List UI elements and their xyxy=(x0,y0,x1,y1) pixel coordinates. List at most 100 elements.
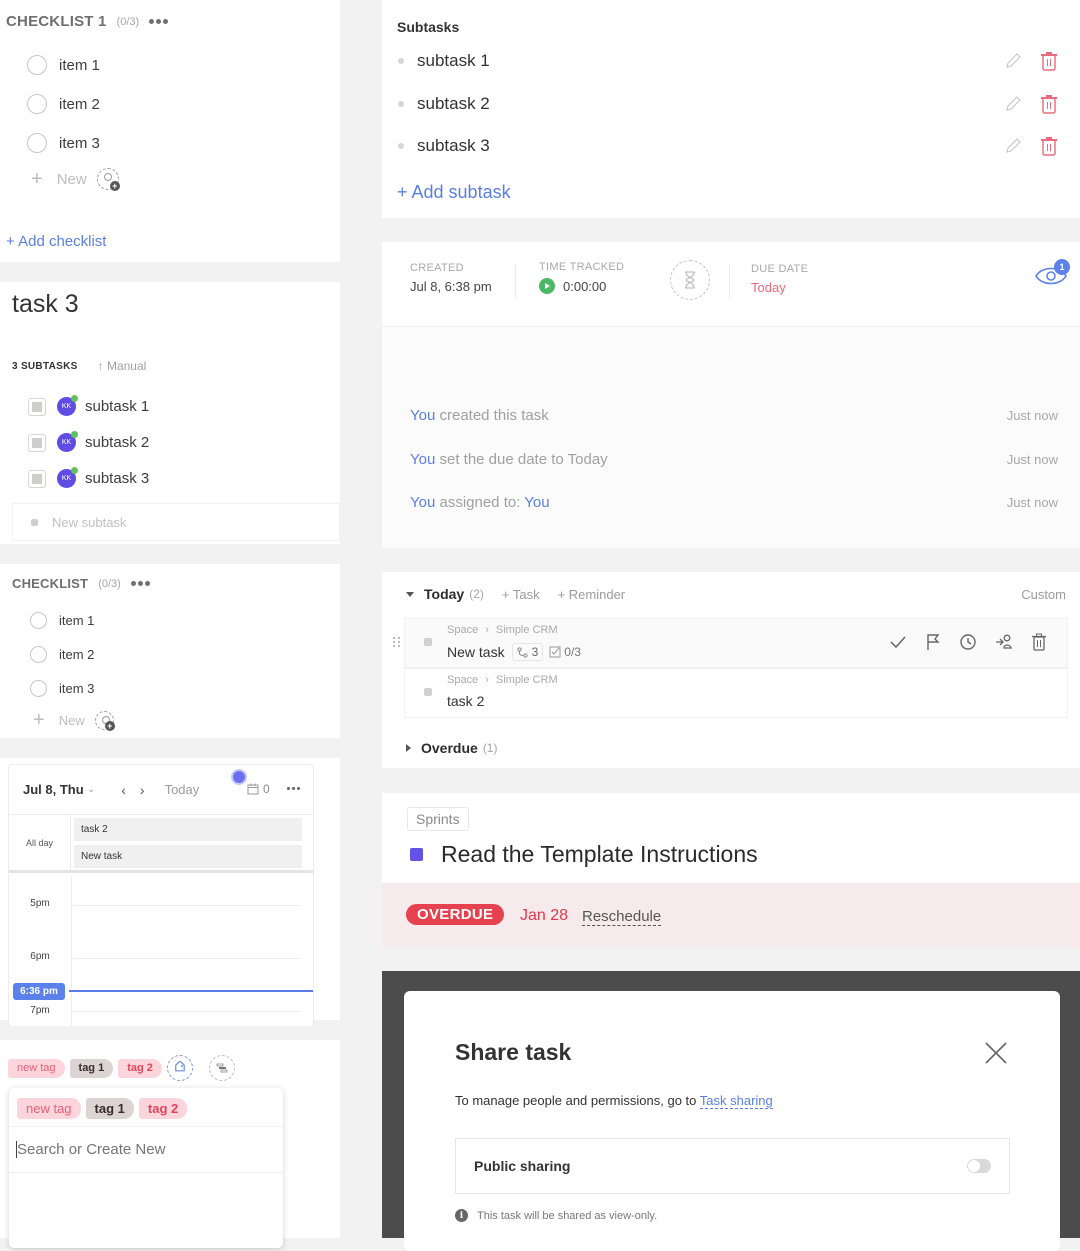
checklist-item[interactable]: item 3 xyxy=(30,680,94,697)
subtask-checkbox[interactable] xyxy=(28,433,46,452)
checklist-progress[interactable]: 0/3 xyxy=(549,645,581,659)
task-row[interactable]: Space › Simple CRM New task 3 0/3 xyxy=(393,618,1068,668)
trash-icon[interactable] xyxy=(1040,51,1058,71)
pencil-icon[interactable] xyxy=(1004,137,1022,155)
flag-icon[interactable] xyxy=(925,633,941,651)
trash-icon[interactable] xyxy=(1040,136,1058,156)
subtask-row[interactable]: KK subtask 1 xyxy=(28,395,149,416)
play-timer-icon[interactable] xyxy=(539,278,555,294)
checklist-item[interactable]: item 2 xyxy=(30,646,94,663)
subtask-row[interactable]: subtask 1 xyxy=(398,51,1058,71)
more-options-icon[interactable] xyxy=(130,581,150,586)
next-day-icon[interactable]: › xyxy=(140,782,145,798)
subtask-row[interactable]: subtask 2 xyxy=(398,94,1058,114)
breadcrumb-item[interactable]: Simple CRM xyxy=(496,624,558,636)
new-checklist-item[interactable]: + New xyxy=(31,168,120,191)
add-task-button[interactable]: + Task xyxy=(502,587,540,602)
breadcrumb-item[interactable]: Space xyxy=(447,624,478,636)
assign-user-icon[interactable] xyxy=(995,633,1013,651)
task-name[interactable]: task 2 xyxy=(447,693,484,709)
new-subtask-input[interactable]: New subtask xyxy=(12,503,340,541)
subtask-row[interactable]: KK subtask 2 xyxy=(28,431,149,452)
tag-chip[interactable]: new tag xyxy=(8,1058,65,1078)
due-date-value[interactable]: Today xyxy=(751,280,808,295)
task-row[interactable]: Space › Simple CRM task 2 xyxy=(404,668,1068,718)
tag-chip[interactable]: new tag xyxy=(17,1098,81,1119)
actor-link[interactable]: You xyxy=(410,494,435,511)
today-button[interactable]: Today xyxy=(165,782,200,797)
assign-user-icon[interactable] xyxy=(96,168,120,191)
actor-link[interactable]: You xyxy=(410,451,435,468)
group-title[interactable]: Overdue xyxy=(421,740,478,756)
task-sharing-link[interactable]: Task sharing xyxy=(699,1093,773,1109)
add-checklist-button[interactable]: + Add checklist xyxy=(6,233,106,250)
list-chip[interactable]: Sprints xyxy=(407,807,469,831)
tag-chip[interactable]: tag 2 xyxy=(118,1058,162,1078)
clock-icon[interactable] xyxy=(959,633,977,651)
trash-icon[interactable] xyxy=(1031,633,1047,651)
tag-chip[interactable]: tag 2 xyxy=(138,1098,188,1119)
tag-chip[interactable]: tag 1 xyxy=(85,1098,134,1119)
overdue-group-header[interactable]: Overdue (1) xyxy=(406,740,497,756)
subtask-row[interactable]: subtask 3 xyxy=(398,136,1058,156)
checkbox-circle[interactable] xyxy=(30,612,47,629)
checkbox-circle[interactable] xyxy=(30,646,47,663)
status-square-icon[interactable] xyxy=(410,848,423,861)
checkbox-circle[interactable] xyxy=(27,133,47,153)
avatar[interactable]: KK xyxy=(57,467,78,488)
hourglass-icon[interactable] xyxy=(670,260,710,300)
avatar[interactable]: KK xyxy=(57,395,78,416)
task-title[interactable]: task 3 xyxy=(12,290,79,319)
close-icon[interactable] xyxy=(984,1041,1008,1065)
subtask-checkbox[interactable] xyxy=(28,469,46,488)
checklist-item[interactable]: item 1 xyxy=(27,55,100,75)
pencil-icon[interactable] xyxy=(1004,52,1022,70)
task-name[interactable]: New task xyxy=(447,644,505,660)
watchers-button[interactable]: 1 xyxy=(1034,259,1070,286)
subtask-count-chip[interactable]: 3 xyxy=(511,643,544,661)
task-status-checkbox[interactable] xyxy=(424,638,432,646)
more-options-icon[interactable] xyxy=(149,19,169,24)
custom-button[interactable]: Custom xyxy=(1021,587,1066,602)
tag-search-input[interactable] xyxy=(17,1141,272,1158)
avatar[interactable]: KK xyxy=(57,431,78,452)
group-title[interactable]: Today xyxy=(424,586,464,602)
more-options-icon[interactable] xyxy=(287,787,300,790)
checkbox-circle[interactable] xyxy=(27,55,47,75)
checklist-item[interactable]: item 3 xyxy=(27,133,100,153)
task-title[interactable]: Read the Template Instructions xyxy=(441,841,758,868)
add-subtask-button[interactable]: + Add subtask xyxy=(397,182,511,203)
chevron-down-icon[interactable]: ⌄ xyxy=(88,784,96,795)
assign-user-icon[interactable] xyxy=(94,710,115,731)
pencil-icon[interactable] xyxy=(1004,95,1022,113)
add-reminder-button[interactable]: + Reminder xyxy=(558,587,626,602)
prev-day-icon[interactable]: ‹ xyxy=(121,782,126,798)
subtask-checkbox[interactable] xyxy=(28,397,46,416)
task-status-checkbox[interactable] xyxy=(424,688,432,696)
check-icon[interactable] xyxy=(889,633,907,651)
group-icon[interactable] xyxy=(208,1055,235,1081)
reschedule-link[interactable]: Reschedule xyxy=(582,908,662,926)
checkbox-circle[interactable] xyxy=(30,680,47,697)
actor-link[interactable]: You xyxy=(410,407,435,424)
public-sharing-toggle[interactable] xyxy=(967,1159,991,1173)
due-date-field[interactable]: DUE DATE Today xyxy=(751,263,808,295)
calendar-event[interactable]: New task xyxy=(74,845,302,868)
checklist-item[interactable]: item 1 xyxy=(30,612,94,629)
sort-button[interactable]: ↑ Manual xyxy=(98,359,147,373)
calendar-count[interactable]: 0 xyxy=(247,782,270,796)
date-picker[interactable]: Jul 8, Thu xyxy=(23,782,84,797)
tag-chip[interactable]: tag 1 xyxy=(69,1058,114,1078)
assignee-link[interactable]: You xyxy=(524,494,549,511)
collapse-caret-icon[interactable] xyxy=(406,591,414,597)
breadcrumb-item[interactable]: Space xyxy=(447,674,478,686)
drag-handle-icon[interactable] xyxy=(393,637,401,647)
checklist-item[interactable]: item 2 xyxy=(27,94,100,114)
trash-icon[interactable] xyxy=(1040,94,1058,114)
calendar-event[interactable]: task 2 xyxy=(74,818,302,841)
new-checklist-item[interactable]: + New xyxy=(33,710,115,731)
subtask-row[interactable]: KK subtask 3 xyxy=(28,467,149,488)
tag-icon[interactable] xyxy=(166,1055,193,1081)
checkbox-circle[interactable] xyxy=(27,94,47,114)
breadcrumb-item[interactable]: Simple CRM xyxy=(496,674,558,686)
